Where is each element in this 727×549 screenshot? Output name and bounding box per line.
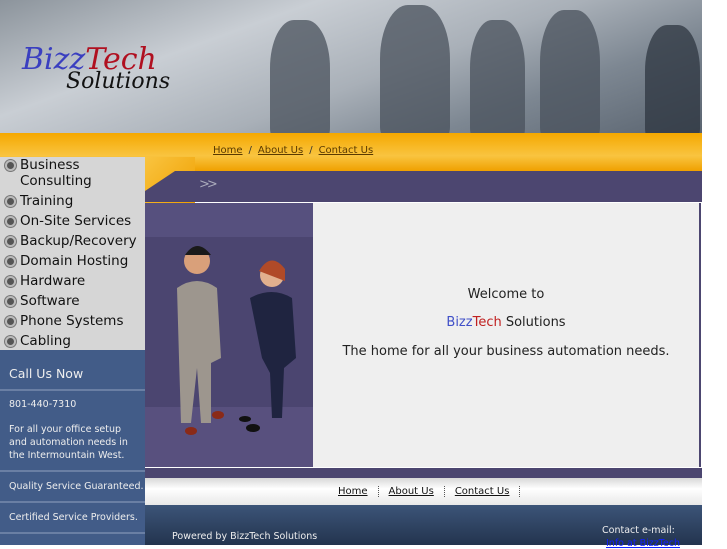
menu-item-cabling[interactable]: Cabling	[0, 331, 145, 351]
breadcrumb: Home / About Us / Contact Us	[213, 145, 374, 156]
handshake-photo	[145, 203, 313, 467]
bullet-icon	[0, 293, 20, 309]
logo[interactable]: BizzTech Solutions	[22, 42, 170, 94]
bullet-icon	[0, 333, 20, 349]
call-us-panel: Call Us Now 801-440-7310 For all your of…	[0, 350, 145, 545]
menu-item-business-consulting[interactable]: Business Consulting	[0, 157, 145, 191]
welcome-panel: Welcome to BizzTech Solutions The home f…	[313, 203, 701, 467]
bullet-icon	[0, 213, 20, 229]
breadcrumb-contact-link[interactable]: Contact Us	[319, 145, 374, 156]
bullet-icon	[0, 157, 20, 173]
breadcrumb-about-link[interactable]: About Us	[258, 145, 303, 156]
footer-contact-link[interactable]: Contact Us	[444, 486, 521, 497]
menu-item-hardware[interactable]: Hardware	[0, 271, 145, 291]
tagline: The home for all your business automatio…	[342, 344, 670, 359]
menu-item-onsite-services[interactable]: On-Site Services	[0, 211, 145, 231]
footer-home-link[interactable]: Home	[338, 486, 379, 497]
email-link[interactable]: Info at BizzTech	[606, 538, 680, 549]
sidebar-menu: Business Consulting Training On-Site Ser…	[0, 157, 145, 350]
company-name: BizzTech Solutions	[446, 315, 566, 330]
bullet-icon	[0, 193, 20, 209]
service-area-text: For all your office setup and automation…	[0, 423, 145, 472]
title-bar	[145, 171, 702, 202]
breadcrumb-home-link[interactable]: Home	[213, 145, 243, 156]
content-bottom-bar	[145, 468, 702, 478]
menu-item-training[interactable]: Training	[0, 191, 145, 211]
phone-number: 801-440-7310	[9, 399, 77, 410]
bullet-icon	[0, 273, 20, 289]
menu-item-software[interactable]: Software	[0, 291, 145, 311]
double-chevron-icon: >>	[199, 177, 218, 192]
footer-about-link[interactable]: About Us	[378, 486, 445, 497]
call-us-heading: Call Us Now	[0, 350, 145, 391]
contact-label: Contact e-mail:	[602, 525, 675, 536]
quality-text: Quality Service Guaranteed.	[0, 472, 145, 503]
handshake-illustration	[177, 246, 296, 435]
menu-item-phone-systems[interactable]: Phone Systems	[0, 311, 145, 331]
footer-nav: Home About Us Contact Us	[145, 478, 702, 505]
bullet-icon	[0, 253, 20, 269]
certified-text: Certified Service Providers.	[0, 503, 145, 534]
menu-item-backup-recovery[interactable]: Backup/Recovery	[0, 231, 145, 251]
bullet-icon	[0, 233, 20, 249]
powered-by-text: Powered by BizzTech Solutions	[172, 531, 318, 542]
welcome-line: Welcome to	[467, 287, 545, 302]
bullet-icon	[0, 313, 20, 329]
menu-item-domain-hosting[interactable]: Domain Hosting	[0, 251, 145, 271]
